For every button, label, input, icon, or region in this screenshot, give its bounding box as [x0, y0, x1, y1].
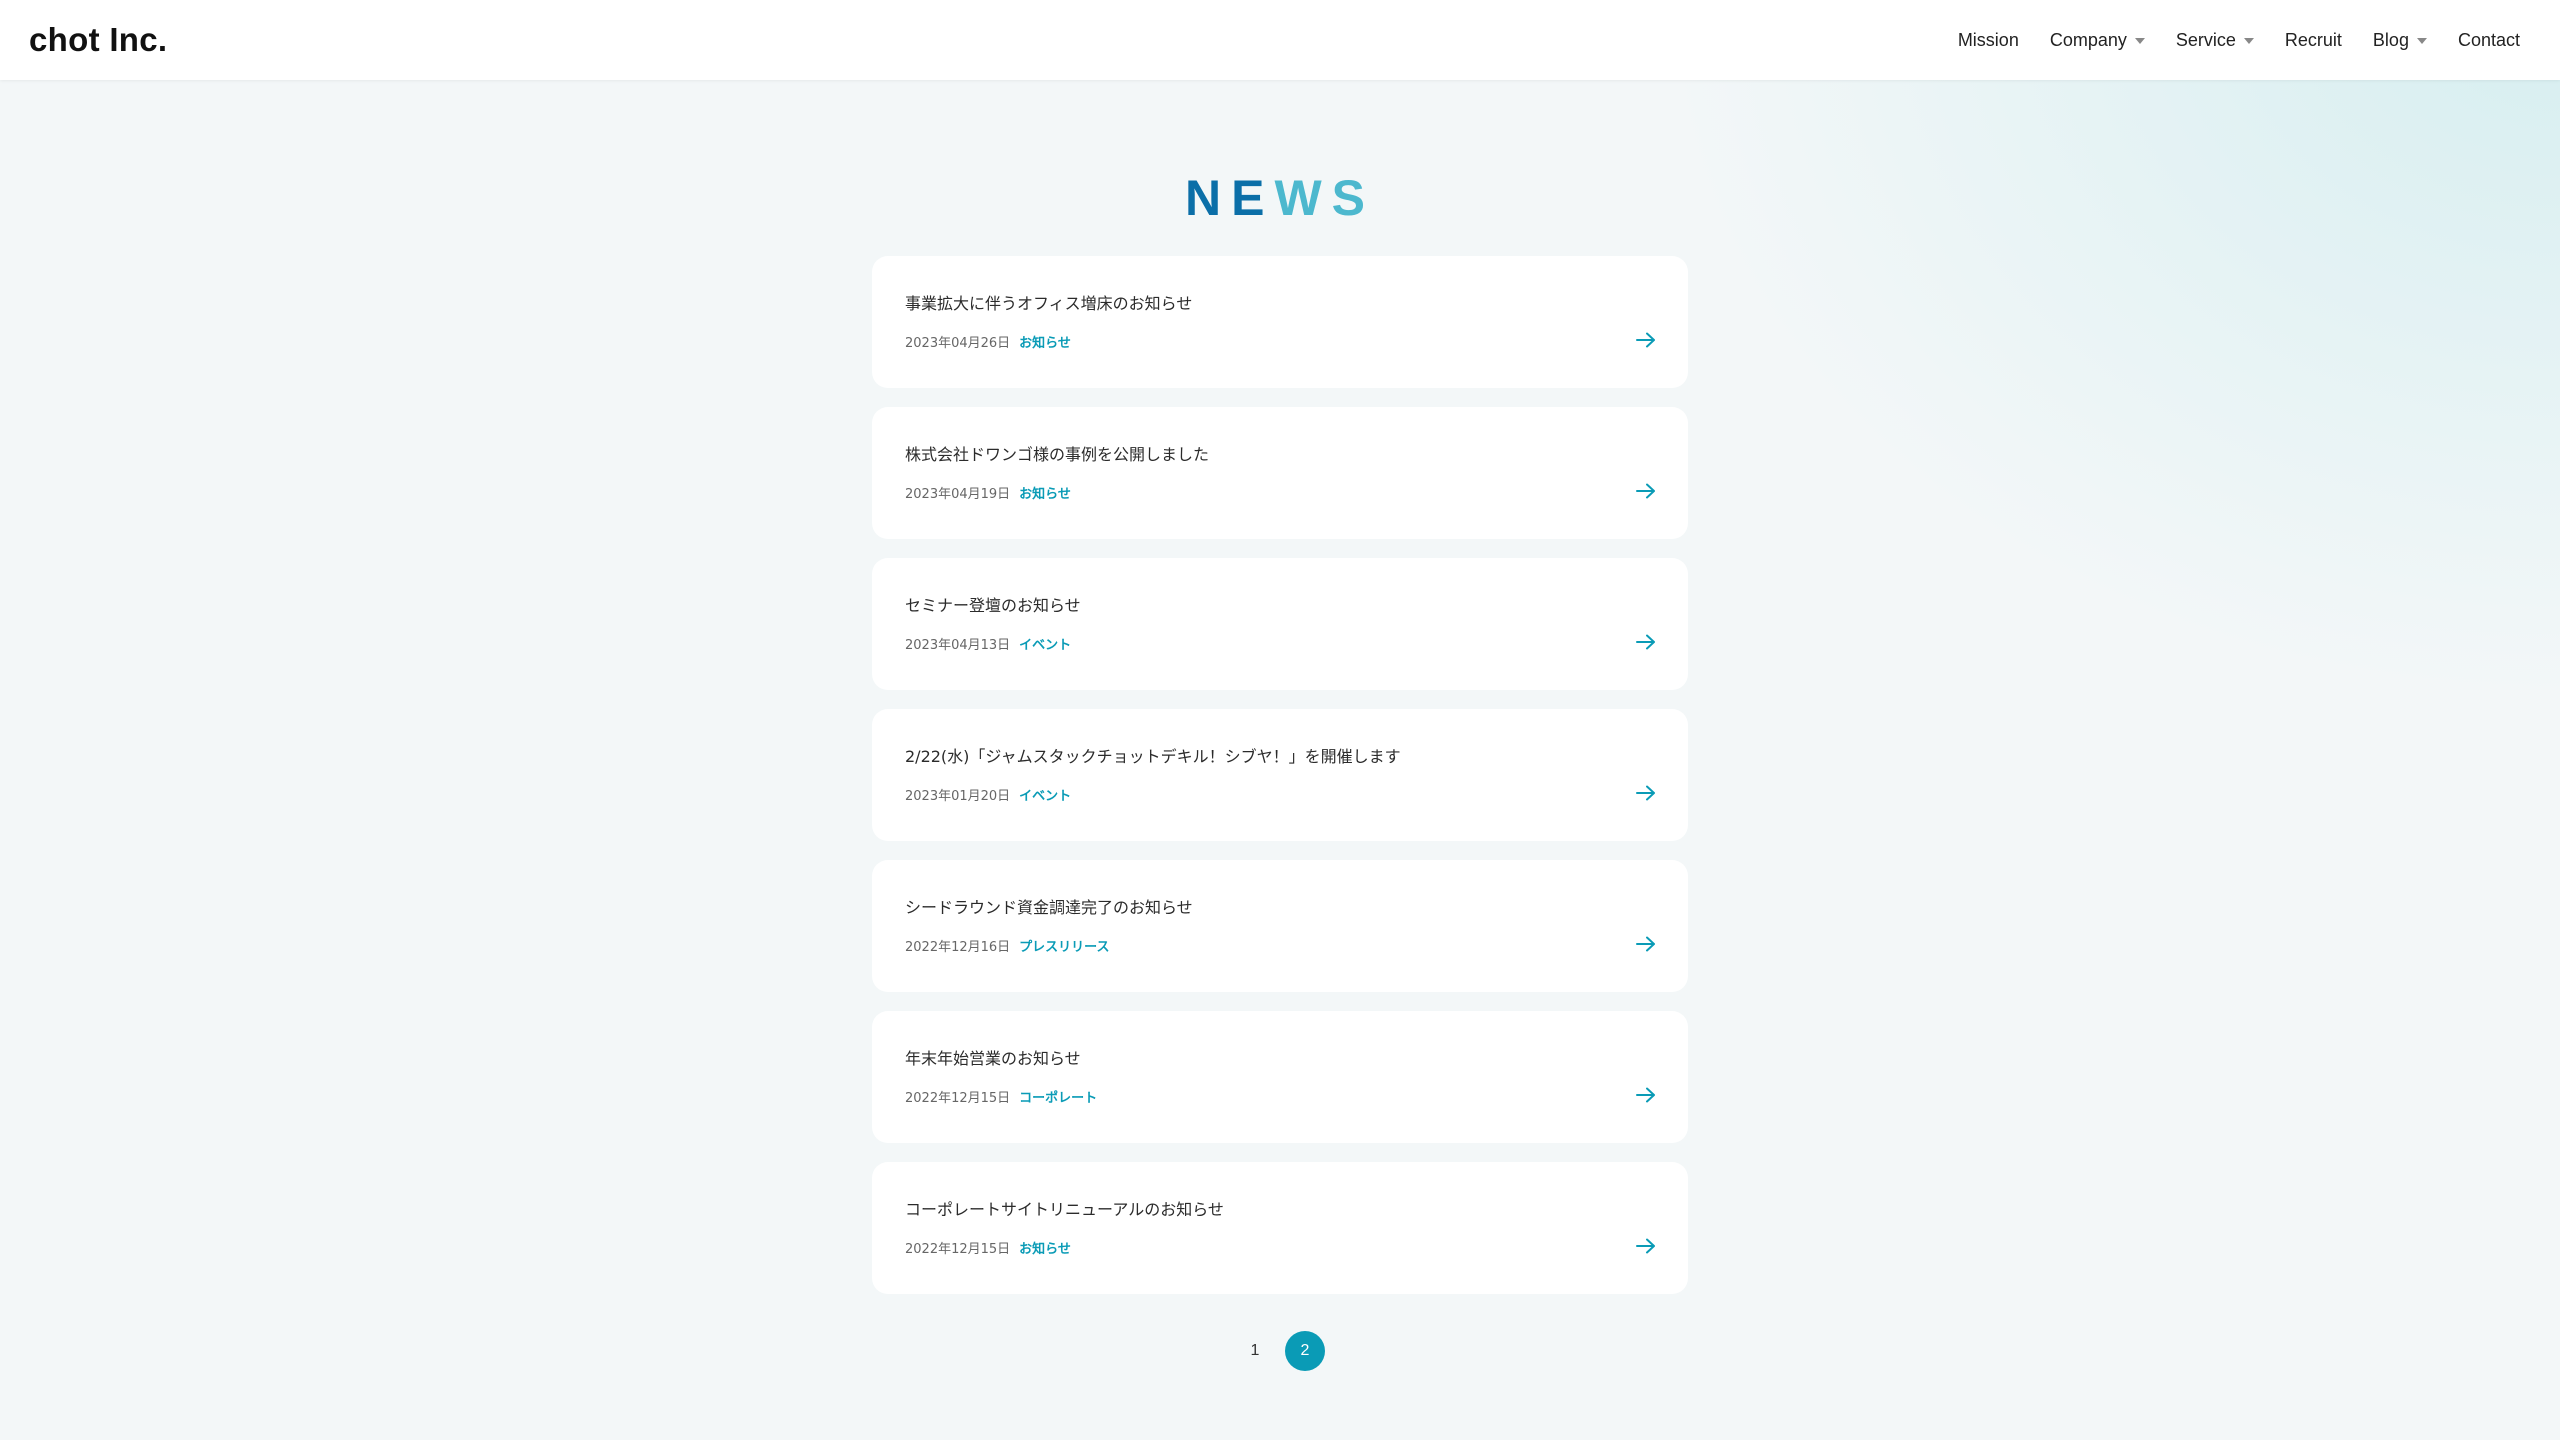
nav-item-label: Recruit [2284, 29, 2342, 50]
news-card[interactable]: 株式会社ドワンゴ様の事例を公開しました 2023年04月19日 お知らせ [872, 407, 1688, 539]
news-meta: 2022年12月15日 コーポレート [905, 1089, 1097, 1109]
nav-item-service[interactable]: Service [2176, 30, 2254, 51]
news-date: 2023年01月20日 [905, 789, 1011, 804]
caret-down-icon [2416, 38, 2427, 44]
site-logo[interactable]: chot Inc. [29, 21, 167, 59]
nav-item-label: Blog [2372, 29, 2409, 50]
nav-item-mission[interactable]: Mission [1958, 30, 2019, 51]
arrow-right-icon [1636, 332, 1655, 348]
news-card[interactable]: 事業拡大に伴うオフィス増床のお知らせ 2023年04月26日 お知らせ [872, 256, 1688, 388]
arrow-right-icon [1636, 785, 1655, 801]
site-header: chot Inc. Mission Company Service Recrui… [0, 0, 2560, 80]
news-category: プレスリリース [1019, 940, 1110, 955]
news-card[interactable]: 2/22(水)「ジャムスタックチョットデキル！シブヤ！」を開催します 2023年… [872, 709, 1688, 841]
caret-down-icon [2134, 38, 2145, 44]
page-title: NEWS [0, 168, 2560, 228]
nav-item-label: Contact [2457, 29, 2520, 50]
arrow-right-icon [1636, 1238, 1655, 1254]
news-meta: 2023年04月26日 お知らせ [905, 334, 1071, 354]
pagination: 1 2 [0, 1331, 2560, 1371]
page-link-1[interactable]: 1 [1235, 1331, 1275, 1371]
news-date: 2022年12月15日 [905, 1091, 1011, 1106]
page-link-2-current[interactable]: 2 [1285, 1331, 1325, 1371]
news-date: 2022年12月15日 [905, 1242, 1011, 1257]
news-card[interactable]: 年末年始営業のお知らせ 2022年12月15日 コーポレート [872, 1011, 1688, 1143]
news-category: イベント [1019, 789, 1072, 804]
news-category: コーポレート [1019, 1091, 1098, 1106]
news-date: 2023年04月26日 [905, 336, 1011, 351]
arrow-right-icon [1636, 634, 1655, 650]
news-title: 株式会社ドワンゴ様の事例を公開しました [905, 445, 1210, 464]
news-meta: 2022年12月16日 プレスリリース [905, 938, 1110, 958]
news-category: お知らせ [1019, 487, 1071, 502]
nav-item-label: Service [2175, 29, 2236, 50]
news-list: 事業拡大に伴うオフィス増床のお知らせ 2023年04月26日 お知らせ 株式会社… [872, 256, 1688, 1313]
news-category: お知らせ [1019, 336, 1071, 351]
nav-item-label: Mission [1957, 29, 2019, 50]
news-title: セミナー登壇のお知らせ [905, 596, 1081, 615]
news-card[interactable]: コーポレートサイトリニューアルのお知らせ 2022年12月15日 お知らせ [872, 1162, 1688, 1294]
background-glow [1660, 0, 2560, 700]
news-date: 2023年04月13日 [905, 638, 1011, 653]
news-title: 年末年始営業のお知らせ [905, 1049, 1081, 1068]
news-card[interactable]: シードラウンド資金調達完了のお知らせ 2022年12月16日 プレスリリース [872, 860, 1688, 992]
news-meta: 2022年12月15日 お知らせ [905, 1240, 1071, 1260]
page-title-part-2: WS [1274, 170, 1375, 226]
news-title: 事業拡大に伴うオフィス増床のお知らせ [905, 294, 1193, 313]
news-meta: 2023年04月19日 お知らせ [905, 485, 1071, 505]
caret-down-icon [2243, 38, 2254, 44]
news-date: 2023年04月19日 [905, 487, 1011, 502]
arrow-right-icon [1636, 483, 1655, 499]
news-card[interactable]: セミナー登壇のお知らせ 2023年04月13日 イベント [872, 558, 1688, 690]
news-meta: 2023年04月13日 イベント [905, 636, 1071, 656]
news-title: 2/22(水)「ジャムスタックチョットデキル！シブヤ！」を開催します [905, 747, 1401, 766]
news-date: 2022年12月16日 [905, 940, 1011, 955]
nav-item-contact[interactable]: Contact [2458, 30, 2520, 51]
nav-item-label: Company [2049, 29, 2127, 50]
news-title: コーポレートサイトリニューアルのお知らせ [905, 1200, 1224, 1219]
news-category: イベント [1019, 638, 1072, 653]
news-meta: 2023年01月20日 イベント [905, 787, 1071, 807]
page-title-part-1: NE [1184, 170, 1275, 226]
nav-item-recruit[interactable]: Recruit [2285, 30, 2342, 51]
nav-item-blog[interactable]: Blog [2373, 30, 2427, 51]
nav-item-company[interactable]: Company [2050, 30, 2145, 51]
arrow-right-icon [1636, 1087, 1655, 1103]
news-category: お知らせ [1019, 1242, 1071, 1257]
news-title: シードラウンド資金調達完了のお知らせ [905, 898, 1193, 917]
main-nav: Mission Company Service Recruit Blog Con… [1958, 30, 2520, 51]
arrow-right-icon [1636, 936, 1655, 952]
